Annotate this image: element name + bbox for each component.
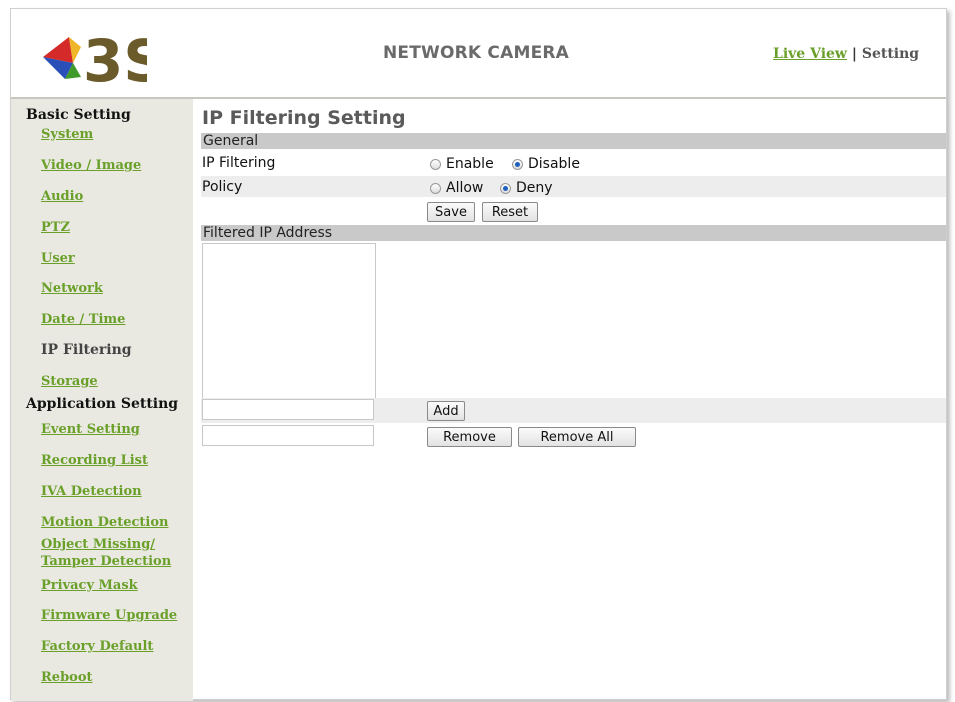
ip-filtering-label: IP Filtering	[202, 155, 276, 171]
save-button[interactable]: Save	[427, 202, 475, 222]
main-content: IP Filtering Setting General IP Filterin…	[193, 97, 946, 701]
page-header: 3S NETWORK CAMERA Live View | Setting	[11, 9, 946, 95]
sidebar-item-network[interactable]: Network	[41, 281, 103, 296]
policy-allow-label[interactable]: Allow	[446, 180, 483, 196]
nav-separator: |	[851, 46, 857, 62]
sidebar-item-firmware-upgrade[interactable]: Firmware Upgrade	[41, 608, 177, 623]
sidebar-item-privacy-mask[interactable]: Privacy Mask	[41, 578, 138, 593]
ip-filtering-disable-label[interactable]: Disable	[528, 156, 580, 172]
policy-deny-label[interactable]: Deny	[516, 180, 553, 196]
sidebar-item-iva-detection[interactable]: IVA Detection	[41, 484, 142, 499]
filtered-ip-list[interactable]	[202, 243, 376, 399]
remove-ip-input[interactable]	[202, 425, 374, 446]
browser-frame: 3S NETWORK CAMERA Live View | Setting Ba…	[10, 8, 947, 701]
policy-allow-radio[interactable]	[430, 183, 441, 194]
policy-deny-radio[interactable]	[500, 183, 511, 194]
sidebar-item-date-time[interactable]: Date / Time	[41, 312, 125, 327]
logo-icon: 3S	[43, 27, 165, 95]
sidebar-item-ip-filtering[interactable]: IP Filtering	[41, 342, 132, 358]
remove-all-button[interactable]: Remove All	[518, 427, 636, 447]
remove-button[interactable]: Remove	[427, 427, 512, 447]
sidebar-item-audio[interactable]: Audio	[41, 189, 83, 204]
sidebar-item-object-missing[interactable]: Object Missing/	[41, 537, 155, 552]
setting-link[interactable]: Setting	[862, 46, 919, 62]
policy-row	[201, 176, 946, 197]
section-filtered-ip-header: Filtered IP Address	[201, 225, 946, 241]
brand-logo: 3S	[37, 17, 165, 95]
sidebar-item-storage[interactable]: Storage	[41, 374, 98, 389]
sidebar-heading-application: Application Setting	[26, 396, 179, 412]
add-ip-input[interactable]	[202, 399, 374, 420]
page-title: IP Filtering Setting	[202, 107, 406, 129]
ip-filtering-enable-radio[interactable]	[430, 159, 441, 170]
sidebar-item-reboot[interactable]: Reboot	[41, 670, 93, 685]
sidebar-item-user[interactable]: User	[41, 251, 75, 266]
policy-label: Policy	[202, 179, 243, 195]
sidebar-item-motion-detection[interactable]: Motion Detection	[41, 515, 168, 530]
sidebar-heading-basic: Basic Setting	[26, 107, 131, 123]
sidebar-item-factory-default[interactable]: Factory Default	[41, 639, 153, 654]
sidebar-item-tamper-detection[interactable]: Tamper Detection	[41, 554, 171, 569]
sidebar: Basic Setting System Video / Image Audio…	[11, 97, 193, 701]
top-nav: Live View | Setting	[773, 46, 919, 62]
logo-text: 3S	[83, 27, 147, 89]
page-header-title: NETWORK CAMERA	[383, 43, 570, 63]
ip-filtering-disable-radio[interactable]	[512, 159, 523, 170]
sidebar-item-ptz[interactable]: PTZ	[41, 220, 70, 235]
live-view-link[interactable]: Live View	[773, 46, 847, 62]
sidebar-item-recording-list[interactable]: Recording List	[41, 453, 148, 468]
sidebar-item-event-setting[interactable]: Event Setting	[41, 422, 140, 437]
ip-filtering-enable-label[interactable]: Enable	[446, 156, 494, 172]
add-button[interactable]: Add	[427, 401, 465, 421]
sidebar-item-video-image[interactable]: Video / Image	[41, 158, 141, 173]
sidebar-item-system[interactable]: System	[41, 127, 93, 142]
reset-button[interactable]: Reset	[482, 202, 538, 222]
section-general-header: General	[201, 133, 946, 149]
